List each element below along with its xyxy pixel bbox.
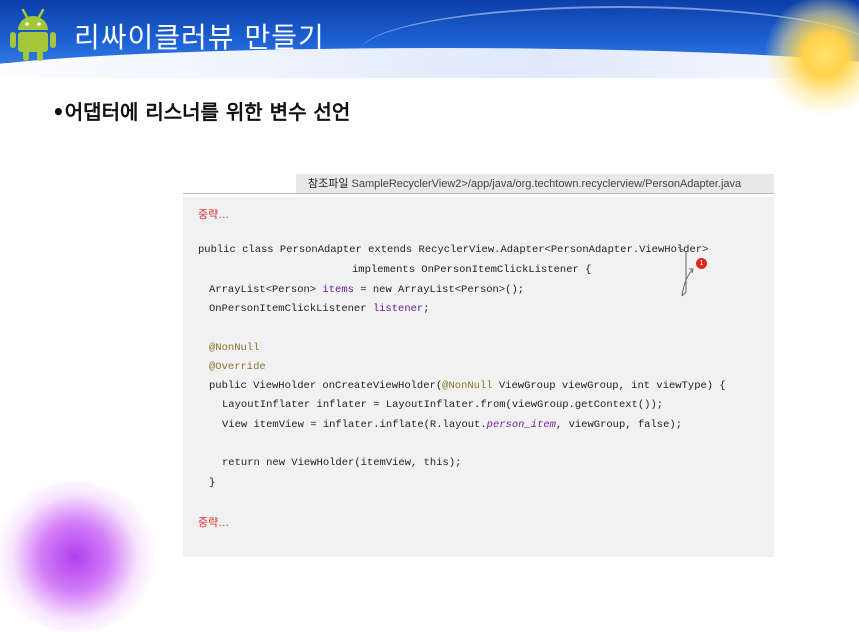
- code-token: ;: [423, 303, 430, 315]
- divider: [183, 193, 774, 194]
- code-annotation: @NonNull: [442, 380, 493, 392]
- slide-bullet: •어댑터에 리스너를 위한 변수 선언: [52, 100, 351, 124]
- bracket-annotation-icon: [677, 246, 694, 297]
- code-line-2: implements OnPersonItemClickListener {: [352, 264, 592, 276]
- code-token: View itemView = inflater.inflate(R.layou…: [222, 419, 487, 431]
- reference-path: SampleRecyclerView2>/app/java/org.techto…: [351, 178, 742, 190]
- reference-label: 참조파일: [308, 178, 349, 190]
- omitted-marker-top: 중략…: [198, 209, 230, 221]
- code-line-10: return new ViewHolder(itemView, this);: [222, 457, 462, 469]
- code-line-8: LayoutInflater inflater = LayoutInflater…: [222, 399, 664, 411]
- code-token: OnPersonItemClickListener: [209, 303, 373, 315]
- code-resource: person_item: [486, 419, 556, 431]
- code-token: ArrayList<Person>: [209, 284, 323, 296]
- code-line-3: ArrayList<Person> items = new ArrayList<…: [209, 284, 524, 296]
- code-line-5: @NonNull: [209, 342, 260, 354]
- glow-decoration: [0, 482, 160, 632]
- sun-decoration: [765, 0, 859, 115]
- marker-badge: 1: [696, 258, 707, 269]
- code-token: ViewGroup viewGroup, int viewType) {: [492, 380, 726, 392]
- code-line-4: OnPersonItemClickListener listener;: [209, 303, 430, 315]
- code-line-1: public class PersonAdapter extends Recyc…: [198, 244, 709, 256]
- code-line-6: @Override: [209, 361, 266, 373]
- code-line-7: public ViewHolder onCreateViewHolder(@No…: [209, 380, 726, 392]
- omitted-marker-bottom: 중략…: [198, 517, 230, 529]
- reference-bar: 참조파일 SampleRecyclerView2>/app/java/org.t…: [296, 174, 774, 194]
- code-token: , viewGroup, false);: [555, 419, 682, 431]
- code-line-11: }: [209, 477, 216, 489]
- code-token: public ViewHolder onCreateViewHolder(: [209, 380, 443, 392]
- code-line-9: View itemView = inflater.inflate(R.layou…: [222, 419, 682, 431]
- code-token: = new ArrayList<Person>();: [353, 284, 525, 296]
- page-title: 리싸이클러뷰 만들기: [74, 21, 325, 54]
- code-field-listener: listener: [372, 303, 424, 315]
- android-logo-icon: [10, 8, 56, 61]
- code-field-items: items: [322, 284, 354, 296]
